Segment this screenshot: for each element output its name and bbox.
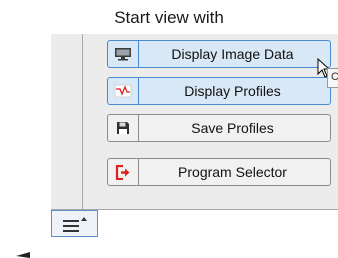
display-profiles-label: Display Profiles <box>184 83 281 99</box>
tooltip-peek: C <box>327 68 338 88</box>
save-profiles-label: Save Profiles <box>191 120 274 136</box>
hamburger-menu-icon <box>62 216 87 232</box>
exit-arrow-icon <box>108 159 139 185</box>
profile-wave-icon <box>108 78 139 104</box>
program-selector-button[interactable]: Program Selector <box>107 158 331 186</box>
floppy-disk-icon <box>108 115 139 141</box>
display-image-data-button[interactable]: Display Image Data <box>107 40 331 68</box>
display-profiles-button[interactable]: Display Profiles <box>107 77 331 105</box>
display-image-data-label: Display Image Data <box>171 46 294 62</box>
panel-divider-vertical <box>82 34 83 210</box>
caption-title: Start view with <box>114 8 224 27</box>
monitor-icon <box>108 41 139 67</box>
save-profiles-button[interactable]: Save Profiles <box>107 114 331 142</box>
program-selector-label: Program Selector <box>178 164 287 180</box>
arrow-tip-icon <box>16 252 30 258</box>
menu-toggle-button[interactable] <box>51 210 98 237</box>
